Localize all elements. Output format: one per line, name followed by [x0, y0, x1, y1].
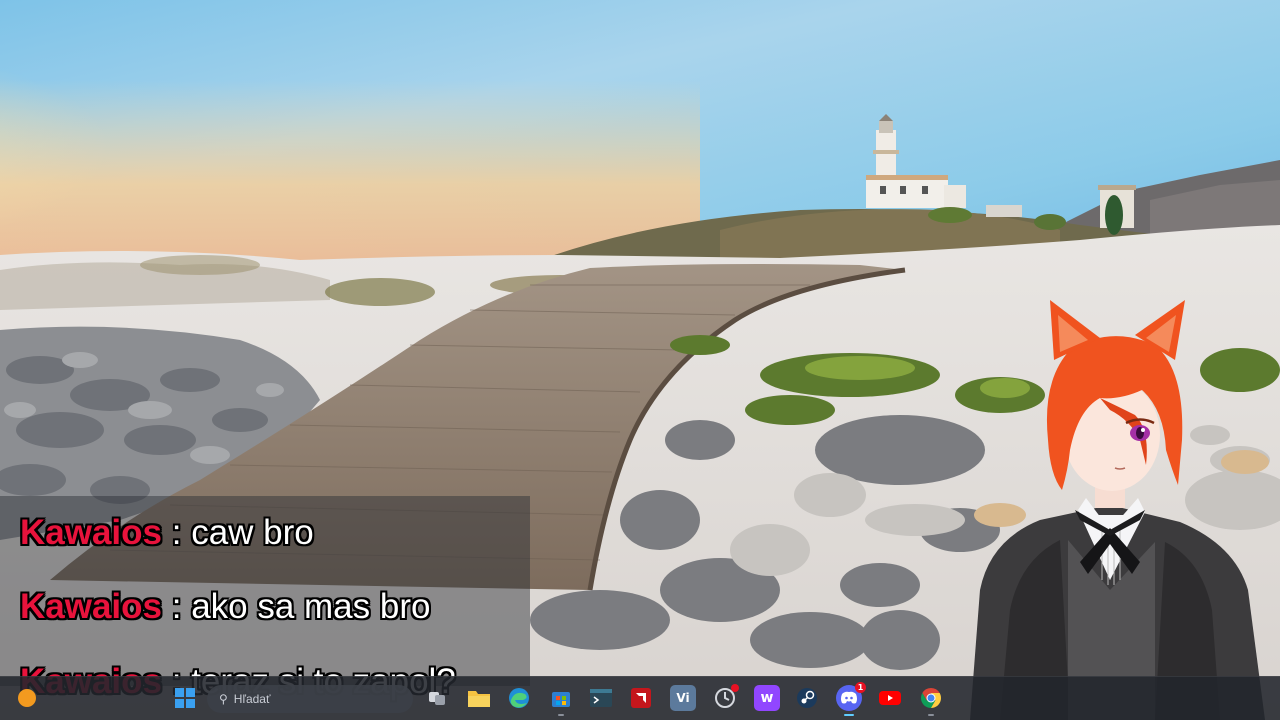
discord-unread-badge: 1 — [855, 682, 866, 693]
search-icon: ⚲ — [219, 692, 228, 706]
amd-software-icon[interactable] — [628, 685, 654, 711]
vtuber-avatar — [970, 300, 1265, 720]
youtube-icon[interactable] — [877, 685, 903, 711]
chat-text: ako sa mas bro — [191, 587, 431, 626]
twitch-icon[interactable]: w — [754, 685, 780, 711]
chat-username: Kawaios — [20, 513, 162, 552]
weather-widget-icon[interactable] — [14, 685, 40, 711]
windows-start-icon[interactable] — [172, 685, 198, 711]
visual-studio-label: Vi — [676, 691, 690, 705]
microsoft-store-icon[interactable] — [548, 685, 574, 716]
running-indicator — [558, 714, 564, 716]
taskbar: ⚲ Hľadať Vi w 1 — [0, 676, 1280, 720]
desktop-screen: Kawaios : caw bro Kawaios : ako sa mas b… — [0, 0, 1280, 720]
terminal-icon[interactable] — [588, 685, 614, 711]
chat-message: Kawaios : caw bro — [20, 512, 314, 554]
visual-studio-icon[interactable]: Vi — [670, 685, 696, 711]
chat-text: caw bro — [191, 513, 314, 552]
chat-message: Kawaios : ako sa mas bro — [20, 586, 430, 628]
search-placeholder: Hľadať — [233, 692, 271, 706]
task-view-icon[interactable] — [424, 685, 450, 711]
chat-username: Kawaios — [20, 587, 162, 626]
file-explorer-icon[interactable] — [466, 685, 492, 711]
chat-separator: : — [162, 587, 192, 626]
active-indicator — [844, 714, 854, 716]
notification-dot — [731, 684, 739, 692]
search-input[interactable]: ⚲ Hľadať — [207, 685, 413, 713]
twitch-label: w — [760, 690, 774, 706]
clock-app-icon[interactable] — [712, 684, 739, 711]
steam-icon[interactable] — [794, 685, 820, 711]
running-indicator — [928, 714, 934, 716]
chrome-icon[interactable] — [918, 685, 944, 716]
edge-icon[interactable] — [506, 685, 532, 711]
chat-separator: : — [162, 513, 192, 552]
discord-icon[interactable]: 1 — [836, 682, 866, 716]
